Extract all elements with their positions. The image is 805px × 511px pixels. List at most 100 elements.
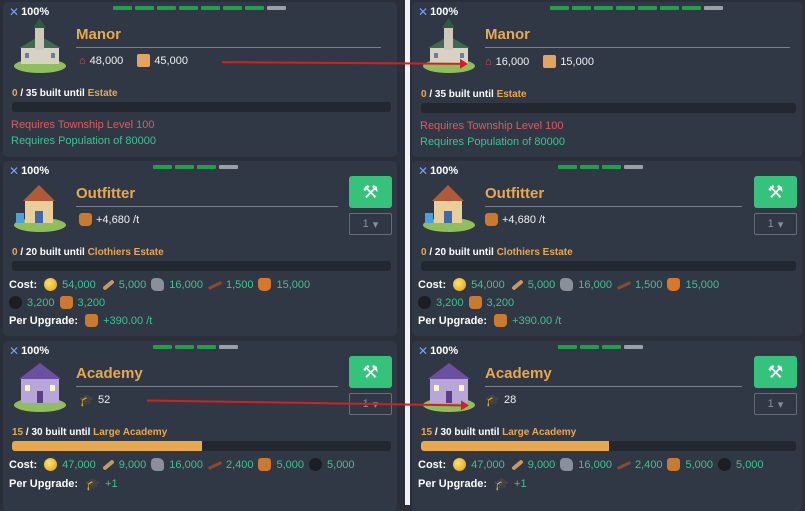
tools-icon: ✕ [418, 5, 429, 19]
academy-card: ✕ 100% Academy 🎓 28 ⚒ 1 ▾ 15 / 30 built unt… [412, 341, 802, 511]
cost-row-2: 3,200 3,200 [9, 296, 105, 309]
quantity-select[interactable]: 1▾ [754, 393, 797, 415]
gold-icon [453, 278, 467, 291]
progress-fill [421, 441, 609, 451]
level-indicator [153, 345, 238, 349]
plank-icon [208, 278, 221, 291]
graduation-cap-icon: 🎓 [79, 393, 94, 407]
manor-card: ✕ 100% Manor ⌂ 16,000 15,000 0 / 35 built … [412, 2, 802, 157]
graduation-cap-icon: 🎓 [85, 477, 101, 491]
built-progress-text: 0 / 35 built until Estate [12, 88, 118, 99]
wood-icon [510, 278, 523, 291]
requirement-population: Requires Population of 80000 [420, 136, 565, 148]
wood-icon [101, 278, 114, 291]
outfitter-card: ✕ 100% Outfitter +4,680 /t ⚒ 1 ▾ 0 / 20 bu… [412, 161, 802, 336]
sack-icon [59, 296, 73, 309]
building-name: Manor [485, 26, 530, 43]
build-button[interactable]: ⚒ [754, 356, 797, 388]
sack-icon [667, 458, 681, 471]
level-indicator [113, 6, 286, 10]
academy-card: ✕100% Academy 🎓52 ⚒ 1▾ 15 / 30 built unt… [3, 341, 397, 511]
right-panel: ✕ 100% Manor ⌂ 16,000 15,000 0 / 35 built … [410, 0, 805, 511]
outfitter-building-icon [423, 185, 475, 232]
clothes-icon [494, 314, 508, 327]
chevron-down-icon: ▾ [777, 398, 784, 411]
tools-icon: ✕ [9, 5, 20, 19]
left-panel: ✕ 100% Manor ⌂ 48,000 45,000 0 / 35 built … [0, 0, 400, 511]
level-indicator [153, 165, 238, 169]
housing-stat: ⌂ 48,000 45,000 [79, 54, 188, 67]
cost-row-2: 3,200 3,200 [418, 296, 514, 309]
cost-row: Cost: 54,000 5,000 16,000 1,500 15,000 [418, 278, 720, 291]
requirement-population: Requires Population of 80000 [11, 135, 156, 147]
hammer-icon: ⚒ [362, 361, 379, 382]
quantity-select[interactable]: 1▾ [754, 213, 797, 235]
tools-icon: ✕ [418, 344, 429, 358]
built-progress-bar [12, 441, 391, 451]
requirement-level: Requires Township Level 100 [11, 119, 155, 131]
education-stat: 🎓 28 [485, 393, 517, 407]
built-progress-text: 0 / 20 built until Clothiers Estate [421, 247, 573, 258]
hammer-icon: ⚒ [767, 181, 784, 202]
build-button[interactable]: ⚒ [754, 176, 797, 208]
efficiency-label: ✕ 100% [9, 344, 50, 358]
built-progress-bar [421, 103, 796, 113]
academy-building-icon [14, 363, 66, 412]
level-indicator [558, 345, 643, 349]
name-underline [76, 386, 338, 387]
built-progress-text: 0 / 20 built until Clothiers Estate [12, 247, 164, 258]
coal-icon [718, 458, 732, 471]
per-upgrade-row: Per Upgrade: +390.00 /t [9, 314, 153, 327]
manor-building-icon [423, 18, 475, 73]
built-progress-text: 15 / 30 built until Large Academy [421, 427, 577, 438]
sack-icon [258, 458, 272, 471]
coal-icon [9, 296, 22, 309]
gold-icon [453, 458, 467, 471]
built-progress-text: 15 / 30 built until Large Academy [12, 427, 168, 438]
plank-icon [617, 458, 630, 471]
build-button[interactable]: ⚒ [349, 176, 392, 208]
production-stat: +4,680 /t [79, 213, 139, 226]
sack-icon [468, 296, 482, 309]
building-name: Manor [76, 26, 121, 43]
outfitter-card: ✕ 100% Outfitter +4,680 /t ⚒ 1 ▾ 0 / 20 bu… [3, 161, 397, 336]
building-name: Outfitter [485, 185, 545, 202]
manor-card: ✕ 100% Manor ⌂ 48,000 45,000 0 / 35 built … [3, 2, 397, 157]
stone-icon [151, 278, 165, 291]
per-upgrade-row: Per Upgrade: +390.00 /t [418, 314, 562, 327]
cost-row: Cost: 47,000 9,000 16,000 2,400 5,000 5,… [9, 458, 355, 471]
building-name: Academy [485, 365, 552, 382]
gold-icon [44, 278, 58, 291]
leather-icon [667, 278, 681, 291]
built-progress-bar [421, 261, 796, 271]
build-button[interactable]: ⚒ [349, 356, 392, 388]
crate-icon [543, 55, 557, 68]
name-underline [485, 47, 790, 48]
stone-icon [560, 458, 574, 471]
plank-icon [208, 458, 221, 471]
stone-icon [151, 458, 165, 471]
built-progress-bar [12, 261, 391, 271]
cost-row: Cost: 54,000 5,000 16,000 1,500 15,000 [9, 278, 311, 291]
graduation-cap-icon: 🎓 [494, 477, 510, 491]
efficiency-label: ✕ 100% [418, 5, 459, 19]
cost-row: Cost: 47,000 9,000 16,000 2,400 5,000 5,… [418, 458, 764, 471]
wood-icon [101, 458, 114, 471]
quantity-select[interactable]: 1▾ [349, 213, 392, 235]
requirement-level: Requires Township Level 100 [420, 120, 564, 132]
education-stat: 🎓 52 [79, 393, 111, 407]
outfitter-building-icon [14, 185, 66, 232]
chevron-down-icon: ▾ [372, 218, 379, 231]
tools-icon: ✕ [418, 164, 429, 178]
production-stat: +4,680 /t [485, 213, 545, 226]
house-icon: ⌂ [79, 54, 86, 67]
graduation-cap-icon: 🎓 [485, 393, 500, 407]
name-underline [485, 386, 742, 387]
tools-icon: ✕ [9, 164, 20, 178]
name-underline [76, 206, 338, 207]
hammer-icon: ⚒ [767, 361, 784, 382]
built-progress-text: 0 / 35 built until Estate [421, 89, 527, 100]
leather-icon [258, 278, 272, 291]
gold-icon [44, 458, 58, 471]
tools-icon: ✕ [9, 344, 20, 358]
